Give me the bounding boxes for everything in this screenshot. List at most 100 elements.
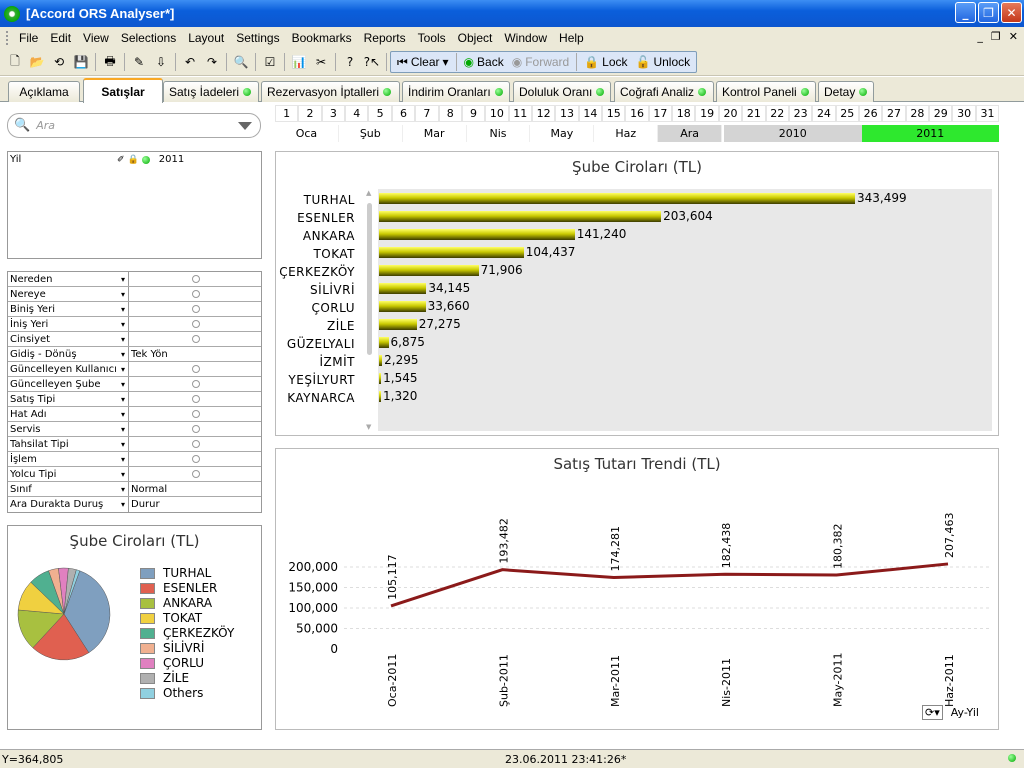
filter-label[interactable]: Gidiş - Dönüş ▾ — [8, 347, 129, 361]
filter-label[interactable]: Yolcu Tipi ▾ — [8, 467, 129, 481]
undo-icon[interactable]: ↶ — [180, 52, 200, 72]
edit-script-icon[interactable]: ✎ — [129, 52, 149, 72]
filter-value[interactable] — [129, 407, 261, 421]
menu-tools[interactable]: Tools — [412, 31, 452, 45]
unlock-button[interactable]: 🔓 Unlock — [632, 55, 695, 69]
scrollbar-thumb[interactable] — [367, 203, 372, 355]
clear-button[interactable]: ⏮ Clear ▾ — [393, 55, 453, 70]
bar-chart-scrollbar[interactable]: ▲ ▼ — [365, 189, 374, 431]
dropdown-arrow-icon[interactable]: ▾ — [121, 470, 125, 479]
filter-label[interactable]: İşlem ▾ — [8, 452, 129, 466]
day-cell[interactable]: 8 — [438, 105, 462, 122]
filter-value[interactable] — [129, 377, 261, 391]
filter-value[interactable] — [129, 272, 261, 286]
pie-legend-item[interactable]: TOKAT — [140, 611, 202, 625]
month-cell[interactable]: Oca — [275, 125, 339, 142]
scroll-up-icon[interactable]: ▲ — [366, 189, 371, 197]
bar[interactable] — [379, 211, 662, 222]
context-help-icon[interactable]: ?↖ — [362, 52, 382, 72]
bar[interactable] — [379, 355, 383, 366]
lock-icon[interactable]: 🔒 — [128, 155, 139, 165]
month-cell[interactable]: Haz — [594, 125, 659, 142]
month-cell[interactable]: Mar — [402, 125, 467, 142]
mdi-minimize-button[interactable]: _ — [977, 30, 983, 43]
dropdown-arrow-icon[interactable]: ▾ — [121, 305, 125, 314]
day-cell[interactable]: 16 — [625, 105, 649, 122]
pie-legend-item[interactable]: ÇERKEZKÖY — [140, 626, 234, 640]
day-cell[interactable]: 10 — [485, 105, 509, 122]
day-cell[interactable]: 22 — [765, 105, 789, 122]
day-cell[interactable]: 1 — [275, 105, 299, 122]
dropdown-arrow-icon[interactable]: ▾ — [121, 500, 125, 509]
reload-icon[interactable]: ⟲ — [49, 52, 69, 72]
filter-label[interactable]: Servis ▾ — [8, 422, 129, 436]
bar[interactable] — [379, 247, 524, 258]
filter-label[interactable]: Sınıf ▾ — [8, 482, 129, 496]
bar-plot-area[interactable] — [378, 189, 992, 431]
redo-icon[interactable]: ↷ — [202, 52, 222, 72]
filter-value[interactable]: Durur — [129, 497, 261, 512]
menu-settings[interactable]: Settings — [230, 31, 285, 45]
menu-object[interactable]: Object — [452, 31, 499, 45]
month-cell[interactable]: May — [530, 125, 595, 142]
bar[interactable] — [379, 337, 389, 348]
menu-bookmarks[interactable]: Bookmarks — [286, 31, 358, 45]
day-cell[interactable]: 11 — [508, 105, 532, 122]
filter-label[interactable]: Biniş Yeri ▾ — [8, 302, 129, 316]
reload-data-icon[interactable]: ⇩ — [151, 52, 171, 72]
filter-value[interactable] — [129, 392, 261, 406]
save-icon[interactable]: 💾 — [71, 52, 91, 72]
year-cell[interactable]: 2011 — [861, 125, 999, 142]
dropdown-arrow-icon[interactable]: ▾ — [121, 350, 125, 359]
mdi-close-button[interactable]: ✕ — [1009, 30, 1018, 43]
tab-2[interactable]: Satışlar — [83, 78, 163, 103]
bar[interactable] — [379, 229, 575, 240]
dropdown-arrow-icon[interactable]: ▾ — [121, 425, 125, 434]
pie-legend-item[interactable]: ESENLER — [140, 581, 217, 595]
bar[interactable] — [379, 373, 382, 384]
dropdown-arrow-icon[interactable]: ▾ — [121, 485, 125, 494]
day-cell[interactable]: 13 — [555, 105, 579, 122]
chart-icon[interactable]: 📊 — [289, 52, 309, 72]
day-cell[interactable]: 26 — [858, 105, 883, 122]
dropdown-arrow-icon[interactable]: ▾ — [121, 410, 125, 419]
mdi-restore-button[interactable]: ❐ — [991, 30, 1001, 43]
day-cell[interactable]: 21 — [742, 105, 766, 122]
day-cell[interactable]: 2 — [298, 105, 322, 122]
menu-edit[interactable]: Edit — [44, 31, 77, 45]
scroll-down-icon[interactable]: ▼ — [366, 423, 371, 431]
tab-9[interactable]: Detay — [818, 81, 874, 102]
dropdown-arrow-icon[interactable]: ▾ — [121, 440, 125, 449]
filter-label[interactable]: Hat Adı ▾ — [8, 407, 129, 421]
filter-label[interactable]: Ara Durakta Duruş ▾ — [8, 497, 129, 512]
bar[interactable] — [379, 391, 381, 402]
month-cell[interactable]: Nis — [466, 125, 531, 142]
filter-value[interactable]: Normal — [129, 482, 261, 496]
day-cell[interactable]: 15 — [602, 105, 626, 122]
dropdown-arrow-icon[interactable]: ▾ — [121, 365, 125, 374]
day-cell[interactable]: 30 — [952, 105, 976, 122]
filter-label[interactable]: Nereden ▾ — [8, 272, 129, 286]
day-cell[interactable]: 23 — [788, 105, 813, 122]
day-cell[interactable]: 7 — [415, 105, 439, 122]
bar[interactable] — [379, 319, 417, 330]
close-button[interactable]: ✕ — [1001, 2, 1022, 23]
day-cell[interactable]: 4 — [345, 105, 369, 122]
tab-1[interactable]: Açıklama — [8, 81, 80, 102]
lock-button[interactable]: 🔒 Lock — [580, 55, 631, 69]
trend-line[interactable] — [390, 562, 949, 608]
dropdown-arrow-icon[interactable]: ▾ — [121, 275, 125, 284]
dropdown-arrow-icon[interactable]: ▾ — [121, 455, 125, 464]
day-cell[interactable]: 17 — [648, 105, 673, 122]
pie-legend-item[interactable]: TURHAL — [140, 566, 211, 580]
bar[interactable] — [379, 265, 479, 276]
print-icon[interactable]: 🖶 — [100, 52, 120, 72]
search-box[interactable]: 🔍 Ara — [7, 113, 261, 138]
menu-selections[interactable]: Selections — [115, 31, 182, 45]
filter-value[interactable] — [129, 317, 261, 331]
dropdown-arrow-icon[interactable]: ▾ — [121, 395, 125, 404]
filter-value[interactable] — [129, 332, 261, 346]
menu-window[interactable]: Window — [498, 31, 553, 45]
filter-value[interactable] — [129, 287, 261, 301]
day-cell[interactable]: 6 — [391, 105, 416, 122]
